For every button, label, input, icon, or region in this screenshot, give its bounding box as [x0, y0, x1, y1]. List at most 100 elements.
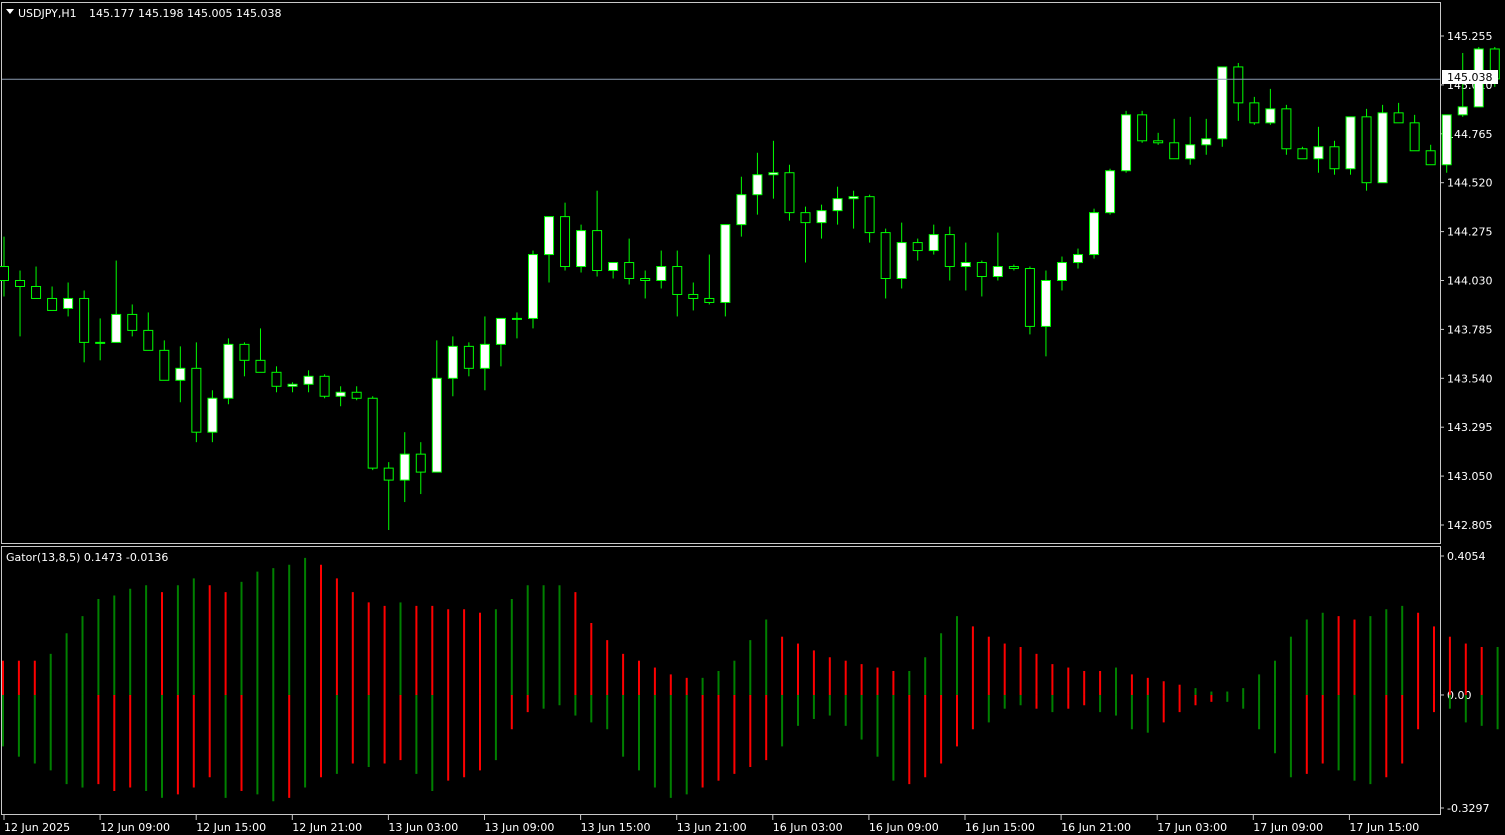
indicator-tick-label: -0.3297 — [1447, 802, 1489, 815]
bull-candle — [495, 317, 506, 345]
bear-candle — [367, 397, 378, 469]
bull-candle — [608, 262, 619, 272]
bear-candle — [191, 367, 202, 433]
time-tick-label: 13 Jun 03:00 — [388, 821, 458, 834]
bear-candle — [640, 278, 651, 282]
price-tick-label: 144.030 — [1447, 275, 1493, 288]
indicator-label: Gator(13,8,5) 0.1473 -0.0136 — [6, 551, 168, 564]
bull-candle — [287, 383, 298, 387]
bear-candle — [0, 266, 9, 281]
bull-candle — [1345, 116, 1356, 170]
bear-candle — [271, 371, 282, 387]
bear-candle — [560, 216, 571, 268]
time-tick-label: 12 Jun 15:00 — [196, 821, 266, 834]
price-tick-label: 143.050 — [1447, 470, 1493, 483]
bull-candle — [511, 317, 522, 320]
bear-candle — [944, 234, 955, 268]
time-tick-label: 12 Jun 2025 — [4, 821, 70, 834]
bear-candle — [127, 313, 138, 331]
time-tick-label: 17 Jun 09:00 — [1253, 821, 1323, 834]
bull-candle — [576, 230, 587, 268]
bull-candle — [111, 313, 122, 343]
ohlc-values: 145.177 145.198 145.005 145.038 — [89, 7, 281, 20]
bull-candle — [768, 172, 779, 176]
bull-candle — [928, 234, 939, 252]
bear-candle — [592, 230, 603, 272]
bear-candle — [319, 375, 330, 397]
price-tick-label: 144.765 — [1447, 128, 1493, 141]
bear-candle — [255, 359, 266, 373]
bear-candle — [1281, 108, 1292, 150]
bear-candle — [463, 345, 474, 369]
bull-candle — [1040, 280, 1051, 327]
symbol-header: USDJPY,H1 145.177 145.198 145.005 145.03… — [6, 7, 281, 20]
bull-candle — [992, 266, 1003, 278]
bear-candle — [800, 212, 811, 224]
bull-candle — [1377, 112, 1388, 184]
bull-candle — [479, 343, 490, 369]
bear-candle — [351, 391, 362, 399]
bear-candle — [1169, 142, 1180, 160]
bull-candle — [656, 266, 667, 281]
bull-candle — [63, 297, 74, 309]
bull-candle — [848, 196, 859, 200]
price-tick-label: 143.540 — [1447, 372, 1493, 385]
bull-candle — [1217, 66, 1228, 140]
bear-candle — [672, 266, 683, 295]
price-tick-label: 143.785 — [1447, 323, 1493, 336]
time-tick-label: 16 Jun 09:00 — [869, 821, 939, 834]
bull-candle — [736, 194, 747, 226]
bear-candle — [1137, 114, 1148, 142]
bull-candle — [175, 367, 186, 381]
bull-candle — [832, 198, 843, 212]
price-tick-label: 144.275 — [1447, 226, 1493, 239]
chart-canvas[interactable]: 145.255145.010144.765144.520144.275144.0… — [0, 0, 1505, 835]
bear-candle — [1409, 122, 1420, 152]
time-tick-label: 17 Jun 15:00 — [1349, 821, 1419, 834]
bull-candle — [1121, 114, 1132, 172]
bear-candle — [15, 280, 26, 287]
price-tick-label: 143.295 — [1447, 421, 1493, 434]
bull-candle — [207, 397, 218, 433]
bear-candle — [912, 242, 923, 252]
bear-candle — [1329, 146, 1340, 170]
bull-candle — [1457, 106, 1468, 116]
bear-candle — [159, 349, 170, 381]
bear-candle — [415, 453, 426, 473]
bear-candle — [976, 262, 987, 278]
bull-candle — [223, 343, 234, 399]
bull-candle — [335, 391, 346, 397]
bull-candle — [1201, 138, 1212, 146]
bear-candle — [47, 297, 58, 311]
bear-candle — [1008, 266, 1019, 270]
bull-candle — [1265, 108, 1276, 124]
bear-candle — [1425, 150, 1436, 166]
bear-candle — [383, 467, 394, 481]
bull-candle — [816, 210, 827, 224]
time-tick-label: 12 Jun 09:00 — [100, 821, 170, 834]
bull-candle — [960, 262, 971, 268]
time-tick-label: 13 Jun 21:00 — [677, 821, 747, 834]
price-tick-label: 145.255 — [1447, 30, 1493, 43]
bear-candle — [239, 343, 250, 361]
time-tick-label: 16 Jun 21:00 — [1061, 821, 1131, 834]
bear-candle — [880, 232, 891, 280]
time-tick-label: 13 Jun 15:00 — [581, 821, 651, 834]
bear-candle — [688, 293, 699, 299]
time-tick-label: 17 Jun 03:00 — [1157, 821, 1227, 834]
bull-candle — [720, 224, 731, 303]
bear-candle — [1249, 102, 1260, 124]
bull-candle — [431, 377, 442, 473]
bear-candle — [1361, 116, 1372, 184]
bull-candle — [527, 254, 538, 319]
bear-candle — [704, 297, 715, 303]
bear-candle — [1393, 112, 1404, 124]
bull-candle — [1089, 212, 1100, 256]
bull-candle — [399, 453, 410, 481]
bear-candle — [784, 172, 795, 214]
bull-candle — [95, 341, 106, 344]
bear-candle — [31, 285, 42, 299]
bear-candle — [1297, 148, 1308, 160]
bull-candle — [1073, 254, 1084, 264]
bear-candle — [1153, 140, 1164, 144]
